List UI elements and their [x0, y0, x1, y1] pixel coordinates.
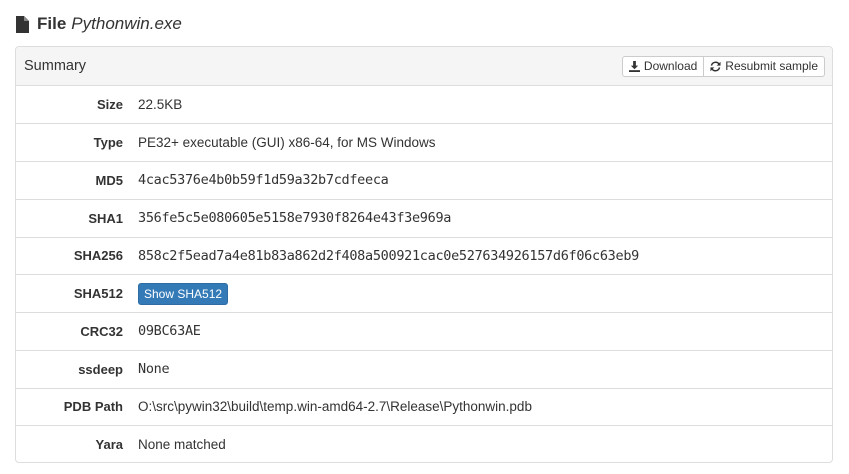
resubmit-label: Resubmit sample: [725, 59, 818, 73]
type-value: PE32+ executable (GUI) x86-64, for MS Wi…: [138, 123, 832, 162]
show-sha512-button[interactable]: Show SHA512: [138, 282, 229, 305]
pdb-path-label: PDB Path: [16, 387, 138, 426]
panel-heading: Summary Download Resubmit sample: [16, 47, 832, 86]
table-row-type: Type PE32+ executable (GUI) x86-64, for …: [16, 123, 832, 162]
sha1-value: 356fe5c5e080605e5158e7930f8264e43f3e969a: [138, 198, 832, 237]
table-row-sha1: SHA1 356fe5c5e080605e5158e7930f8264e43f3…: [16, 198, 832, 237]
size-label: Size: [96, 97, 123, 113]
download-label: Download: [643, 59, 698, 73]
panel-title: Summary: [24, 58, 87, 74]
pdb-path-value: O:\src\pywin32\build\temp.win-amd64-2.7\…: [138, 387, 832, 426]
table-row-size: Size 22.5KB: [16, 86, 832, 124]
ssdeep-label: ssdeep: [16, 349, 138, 388]
table-row-sha256: SHA256 858c2f5ead7a4e81b83a862d2f408a500…: [16, 236, 832, 275]
crc32-label: CRC32: [16, 312, 138, 351]
table-row-yara: Yara None matched: [16, 425, 832, 462]
table-row-crc32: CRC32 09BC63AE: [16, 312, 832, 351]
crc32-value: 09BC63AE: [138, 312, 832, 351]
ssdeep-value: None: [138, 349, 832, 388]
summary-panel: Summary Download Resubmit sample Size 22…: [15, 46, 833, 463]
md5-value: 4cac5376e4b0b59f1d59a32b7cdfeeca: [138, 161, 832, 200]
resubmit-sample-button[interactable]: Resubmit sample: [704, 55, 825, 77]
table-row-ssdeep: ssdeep None: [16, 349, 832, 388]
type-label: Type: [16, 123, 138, 162]
table-row-sha512: SHA512 Show SHA512: [16, 274, 832, 313]
file-name: Pythonwin.exe: [71, 14, 182, 33]
sha512-label: SHA512: [16, 274, 138, 313]
table-row-pdb-path: PDB Path O:\src\pywin32\build\temp.win-a…: [16, 387, 832, 426]
md5-label: MD5: [16, 161, 138, 200]
file-icon: [16, 15, 29, 33]
refresh-icon: [710, 61, 721, 71]
sha256-value: 858c2f5ead7a4e81b83a862d2f408a500921cac0…: [138, 236, 832, 275]
page-title: File Pythonwin.exe: [16, 11, 182, 37]
yara-label: Yara: [16, 425, 138, 462]
sha512-cell: Show SHA512: [138, 274, 832, 313]
download-icon: [628, 60, 640, 72]
file-label: File: [37, 14, 67, 33]
sha1-label: SHA1: [16, 198, 138, 237]
download-button[interactable]: Download: [621, 55, 705, 77]
size-value: 22.5KB: [138, 97, 183, 113]
action-button-group: Download Resubmit sample: [621, 55, 825, 77]
sha256-label: SHA256: [16, 236, 138, 275]
yara-value: None matched: [138, 425, 832, 462]
table-row-md5: MD5 4cac5376e4b0b59f1d59a32b7cdfeeca: [16, 161, 832, 200]
summary-table: Size 22.5KB Type PE32+ executable (GUI) …: [16, 86, 832, 462]
